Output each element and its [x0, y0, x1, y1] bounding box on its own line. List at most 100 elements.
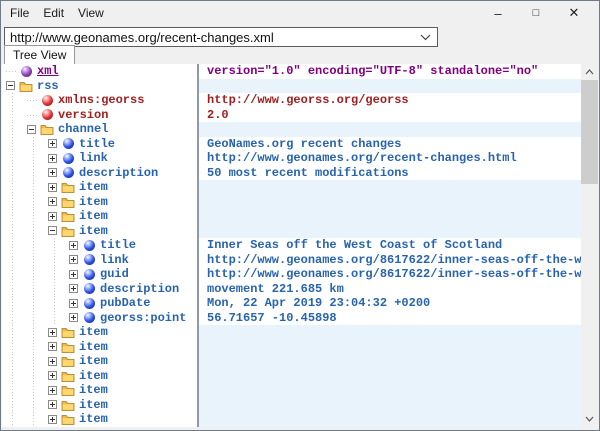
expand-icon[interactable]: [69, 296, 82, 311]
folder-icon: [61, 209, 75, 224]
expand-icon[interactable]: [48, 412, 61, 427]
maximize-button[interactable]: □: [517, 3, 555, 23]
url-combobox[interactable]: [4, 27, 438, 47]
tree-guide-line: [27, 209, 48, 224]
tree-node[interactable]: item: [2, 412, 197, 427]
tree-node[interactable]: item: [2, 369, 197, 384]
tree-guide-line: [6, 108, 27, 123]
expand-icon[interactable]: [69, 282, 82, 297]
collapse-icon[interactable]: [27, 122, 40, 137]
menu-edit[interactable]: Edit: [36, 4, 71, 22]
scrollbar-thumb[interactable]: [581, 80, 598, 184]
tree-node[interactable]: rss: [2, 79, 197, 94]
expand-icon[interactable]: [48, 383, 61, 398]
tree-node[interactable]: title: [2, 238, 197, 253]
tree-guide-line: [27, 238, 48, 253]
vertical-scrollbar[interactable]: [581, 64, 598, 427]
tree-node[interactable]: link: [2, 253, 197, 268]
expand-icon[interactable]: [69, 267, 82, 282]
expand-icon[interactable]: [48, 325, 61, 340]
tree-node[interactable]: item: [2, 325, 197, 340]
value-row[interactable]: [199, 398, 581, 413]
tree-guide-line: [27, 369, 48, 384]
value-row[interactable]: 2.0: [199, 108, 581, 123]
value-row[interactable]: 50 most recent modifications: [199, 166, 581, 181]
expand-icon[interactable]: [48, 137, 61, 152]
value-row[interactable]: [199, 209, 581, 224]
value-row[interactable]: http://www.geonames.org/recent-changes.h…: [199, 151, 581, 166]
value-row[interactable]: [199, 369, 581, 384]
tree-node[interactable]: item: [2, 340, 197, 355]
expand-icon[interactable]: [48, 398, 61, 413]
url-input[interactable]: [5, 29, 413, 45]
expand-icon[interactable]: [69, 253, 82, 268]
close-button[interactable]: ✕: [555, 3, 593, 23]
value-row[interactable]: [199, 122, 581, 137]
value-row[interactable]: [199, 412, 581, 427]
value-row[interactable]: [199, 340, 581, 355]
tab-tree-view[interactable]: Tree View: [4, 45, 75, 64]
expand-icon[interactable]: [48, 180, 61, 195]
tree-node-label: item: [79, 398, 108, 412]
scroll-down-icon[interactable]: [581, 411, 598, 427]
tree-node-label: item: [79, 325, 108, 339]
collapse-icon[interactable]: [48, 224, 61, 239]
value-row[interactable]: Inner Seas off the West Coast of Scotlan…: [199, 238, 581, 253]
tree-guide-line: [27, 267, 48, 282]
tree-node[interactable]: version: [2, 108, 197, 123]
value-row[interactable]: [199, 79, 581, 94]
value-row[interactable]: 56.71657 -10.45898: [199, 311, 581, 326]
value-row[interactable]: movement 221.685 km: [199, 282, 581, 297]
tree-node[interactable]: xmlns:georss: [2, 93, 197, 108]
folder-icon: [61, 340, 75, 355]
tree-node[interactable]: item: [2, 398, 197, 413]
expand-icon[interactable]: [48, 209, 61, 224]
tree-node[interactable]: item: [2, 209, 197, 224]
menu-file[interactable]: File: [3, 4, 36, 22]
tree-node[interactable]: guid: [2, 267, 197, 282]
value-row[interactable]: http://www.geonames.org/8617622/inner-se…: [199, 267, 581, 282]
element-icon: [82, 296, 96, 311]
expand-icon[interactable]: [48, 340, 61, 355]
expand-icon[interactable]: [48, 369, 61, 384]
tree-guide-line: [27, 108, 40, 123]
expand-icon[interactable]: [48, 195, 61, 210]
value-row[interactable]: http://www.georss.org/georss: [199, 93, 581, 108]
menu-view[interactable]: View: [71, 4, 111, 22]
scroll-up-icon[interactable]: [581, 64, 598, 80]
tree-node[interactable]: xml: [2, 64, 197, 79]
collapse-icon[interactable]: [6, 79, 19, 94]
value-row[interactable]: version="1.0" encoding="UTF-8" standalon…: [199, 64, 581, 79]
tree-node[interactable]: item: [2, 195, 197, 210]
minimize-button[interactable]: –: [479, 3, 517, 23]
tree-guide-line: [27, 151, 48, 166]
expand-icon[interactable]: [48, 354, 61, 369]
tree-node[interactable]: item: [2, 224, 197, 239]
tree-node[interactable]: item: [2, 354, 197, 369]
value-row[interactable]: [199, 180, 581, 195]
value-row[interactable]: [199, 195, 581, 210]
value-row[interactable]: [199, 354, 581, 369]
tree-node[interactable]: pubDate: [2, 296, 197, 311]
chevron-down-icon[interactable]: [413, 28, 437, 46]
expand-icon[interactable]: [48, 151, 61, 166]
tree-node[interactable]: item: [2, 383, 197, 398]
tree-node[interactable]: link: [2, 151, 197, 166]
tree-node[interactable]: title: [2, 137, 197, 152]
tree-guide-line: [6, 122, 27, 137]
expand-icon[interactable]: [69, 311, 82, 326]
tree-node[interactable]: georss:point: [2, 311, 197, 326]
tree-node[interactable]: item: [2, 180, 197, 195]
value-row[interactable]: http://www.geonames.org/8617622/inner-se…: [199, 253, 581, 268]
tree-guide-line: [6, 383, 27, 398]
tree-node[interactable]: description: [2, 166, 197, 181]
tree-node[interactable]: description: [2, 282, 197, 297]
value-row[interactable]: [199, 325, 581, 340]
value-row[interactable]: [199, 224, 581, 239]
value-row[interactable]: [199, 383, 581, 398]
tree-node[interactable]: channel: [2, 122, 197, 137]
expand-icon[interactable]: [48, 166, 61, 181]
value-row[interactable]: Mon, 22 Apr 2019 23:04:32 +0200: [199, 296, 581, 311]
expand-icon[interactable]: [69, 238, 82, 253]
value-row[interactable]: GeoNames.org recent changes: [199, 137, 581, 152]
